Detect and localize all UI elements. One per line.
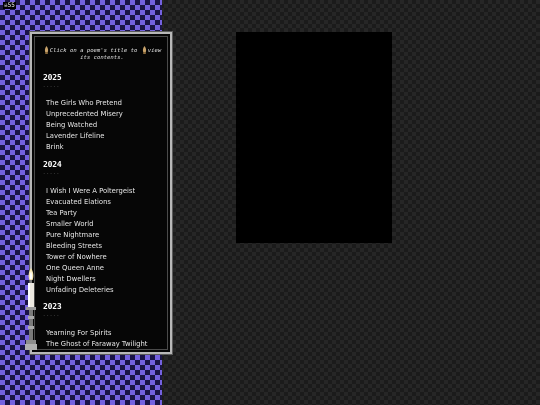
poem-link[interactable]: Yearning For Spirits [46,328,147,339]
poem-list-2025: The Girls Who Pretend Unprecedented Mise… [46,98,123,153]
candle-flame-icon [142,46,146,54]
year-heading-2025: 2025 [43,73,62,82]
poem-link[interactable]: Lavender Lifeline [46,131,123,142]
year-separator: ----- [43,313,61,318]
poem-link[interactable]: One Queen Anne [46,263,135,274]
poem-index-panel[interactable]: Click on a poem's title to view its cont… [29,31,173,355]
poem-link[interactable]: The Ghost of Faraway Twilight [46,339,147,350]
poem-link[interactable]: I Wish I Were A Poltergeist [46,186,135,197]
poem-link[interactable]: Pure Nightmare [46,230,135,241]
poem-content-viewer[interactable] [236,32,392,243]
year-separator: ----- [43,84,61,89]
poem-list-2023: Yearning For Spirits The Ghost of Farawa… [46,328,147,350]
poem-link[interactable]: Unfading Deleteries [46,285,135,296]
poem-link[interactable]: Tower of Nowhere [46,252,135,263]
poem-link[interactable]: Being Watched [46,120,123,131]
year-separator: ----- [43,171,61,176]
poem-link[interactable]: Night Dwellers [46,274,135,285]
intro-text-before: Click on a poem's title to [49,48,138,54]
year-heading-2024: 2024 [43,160,62,169]
poem-link[interactable]: Smaller World [46,219,135,230]
candlestick-icon [25,268,37,350]
intro-text: Click on a poem's title to view its cont… [42,46,162,62]
poem-link[interactable]: Bleeding Streets [46,241,135,252]
year-heading-2023: 2023 [43,302,62,311]
poem-link[interactable]: Brink [46,142,123,153]
corner-badge: ☠55 [3,2,16,9]
poem-link[interactable]: Evacuated Elations [46,197,135,208]
candle-flame-icon [44,46,48,54]
poem-link[interactable]: Unprecedented Misery [46,109,123,120]
poem-list-2024: I Wish I Were A Poltergeist Evacuated El… [46,186,135,296]
poem-link[interactable]: The Girls Who Pretend [46,98,123,109]
poem-link[interactable]: Tea Party [46,208,135,219]
